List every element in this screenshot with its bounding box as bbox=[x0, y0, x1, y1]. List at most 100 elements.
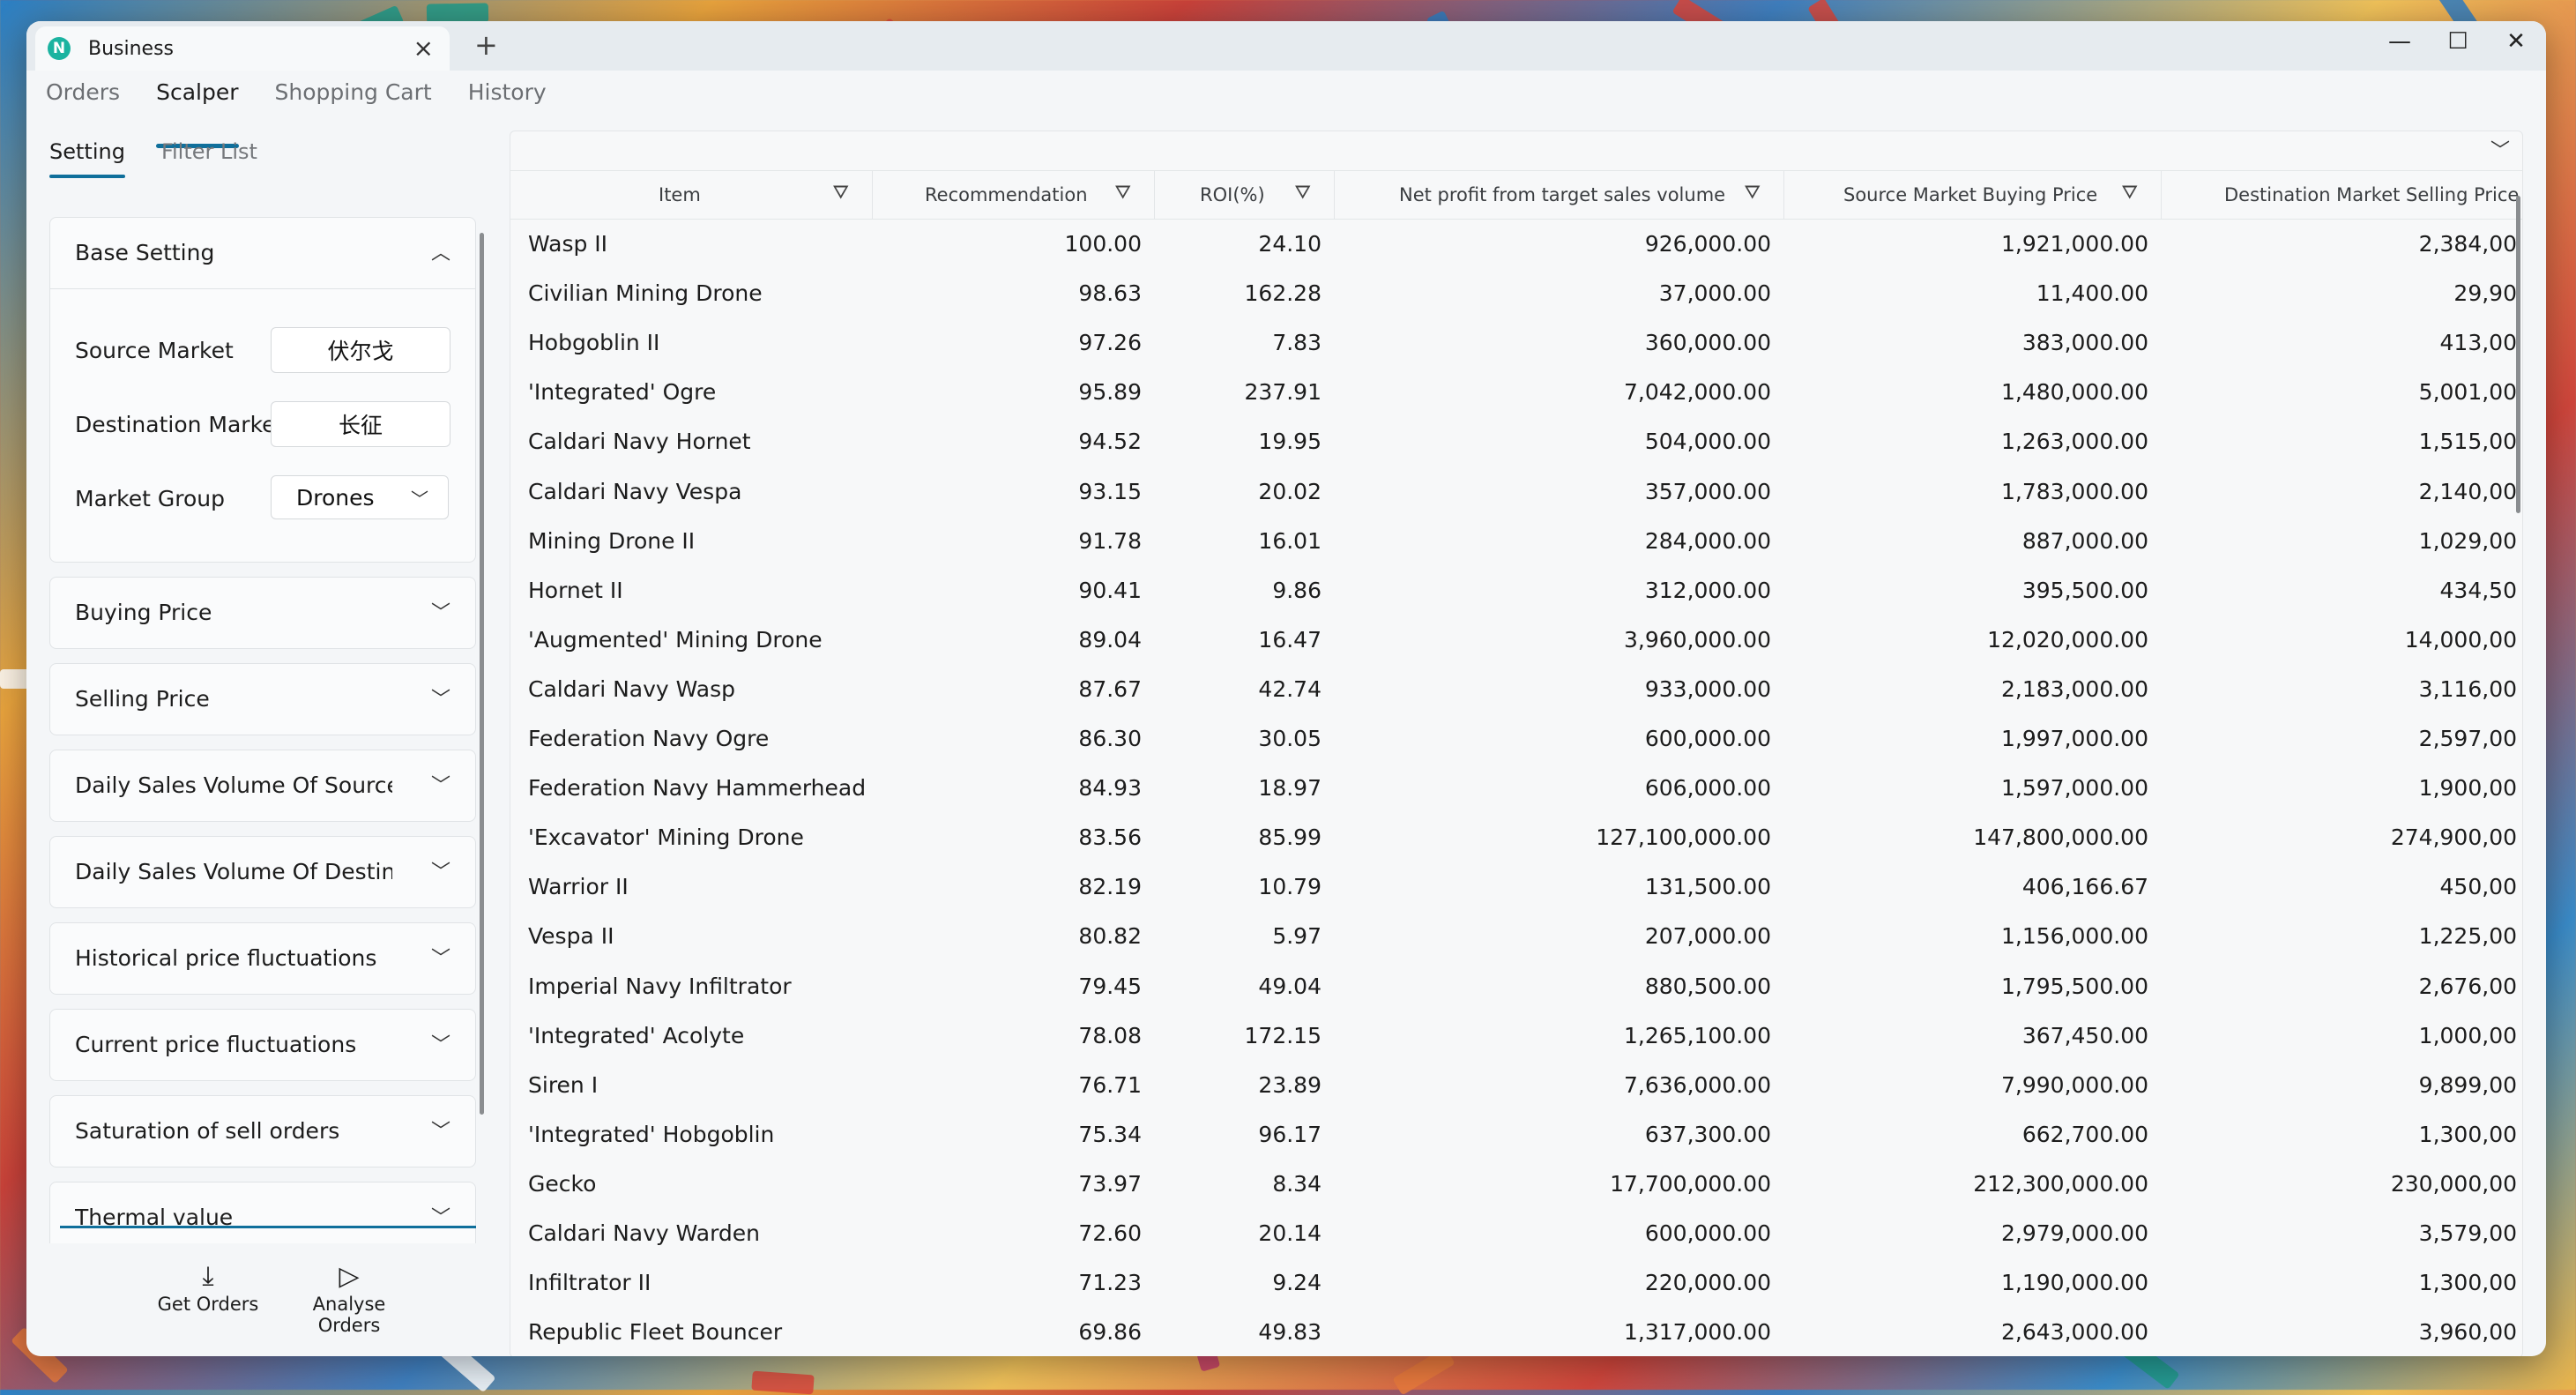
table-row[interactable]: Vespa II 80.82 5.97 207,000.00 1,156,000.00 1… bbox=[510, 910, 2522, 959]
table-row[interactable]: Civilian Mining Drone 98.63 162.28 37,000.0… bbox=[510, 267, 2522, 317]
cell-item: Vespa II bbox=[528, 923, 614, 950]
table-row[interactable]: Hobgoblin II 97.26 7.83 360,000.00 383,000.0… bbox=[510, 317, 2522, 366]
table-row[interactable]: 'Augmented' Mining Drone 89.04 16.47 3,960,… bbox=[510, 614, 2522, 663]
cell-net-profit: 504,000.00 bbox=[1644, 429, 1771, 455]
cell-net-profit: 637,300.00 bbox=[1644, 1121, 1771, 1147]
cell-roi: 49.83 bbox=[1258, 1319, 1322, 1346]
tab-scalper[interactable]: Scalper bbox=[156, 79, 239, 148]
cell-roi: 9.24 bbox=[1272, 1270, 1322, 1296]
cell-net-profit: 37,000.00 bbox=[1658, 280, 1771, 307]
close-tab-icon[interactable]: × bbox=[413, 34, 434, 63]
cell-source-buying-price: 383,000.00 bbox=[2021, 330, 2148, 356]
cell-item: Caldari Navy Warden bbox=[528, 1220, 761, 1246]
section-thermal-value[interactable]: Thermal value ﹀ bbox=[49, 1182, 476, 1243]
cell-source-buying-price: 1,597,000.00 bbox=[2001, 775, 2148, 802]
table-row[interactable]: Federation Navy Ogre 86.30 30.05 600,000.00… bbox=[510, 712, 2522, 762]
filter-icon[interactable]: ⛛ bbox=[833, 182, 849, 204]
settings-scrollbar[interactable] bbox=[480, 233, 484, 1115]
table-row[interactable]: Gecko 73.97 8.34 17,700,000.00 212,300,000.0… bbox=[510, 1158, 2522, 1207]
maximize-button[interactable]: ☐ bbox=[2431, 28, 2484, 55]
table-row[interactable]: Mining Drone II 91.78 16.01 284,000.00 887,0… bbox=[510, 515, 2522, 564]
table-row[interactable]: Infiltrator II 71.23 9.24 220,000.00 1,190,0… bbox=[510, 1257, 2522, 1306]
table-row[interactable]: Republic Fleet Bouncer 69.86 49.83 1,317,00… bbox=[510, 1306, 2522, 1355]
tab-history[interactable]: History bbox=[468, 79, 547, 132]
cell-recommendation: 79.45 bbox=[1078, 973, 1142, 999]
table-row[interactable]: 'Excavator' Mining Drone 83.56 85.99 127,10… bbox=[510, 811, 2522, 861]
column-header-item[interactable]: Item ⛛ bbox=[510, 171, 873, 219]
cell-roi: 42.74 bbox=[1258, 675, 1322, 702]
cell-item: Gecko bbox=[528, 1170, 597, 1197]
cell-destination-selling-price: 3,116,00 bbox=[2418, 675, 2517, 702]
cell-roi: 5.97 bbox=[1272, 923, 1322, 950]
cell-source-buying-price: 147,800,000.00 bbox=[1973, 824, 2148, 851]
analyse-orders-button[interactable]: ▷ Analyse Orders bbox=[296, 1261, 402, 1336]
section-historical-price[interactable]: Historical price fluctuations ﹀ bbox=[49, 922, 476, 995]
cell-net-profit: 933,000.00 bbox=[1644, 675, 1771, 702]
cell-recommendation: 97.26 bbox=[1078, 330, 1142, 356]
table-row[interactable]: Imperial Navy Infiltrator 79.45 49.04 880,5… bbox=[510, 960, 2522, 1010]
section-title: Saturation of sell orders bbox=[75, 1118, 340, 1144]
column-header-net-profit[interactable]: Net profit from target sales volume ⛛ bbox=[1334, 171, 1784, 219]
chevron-down-icon: ﹀ bbox=[430, 948, 450, 970]
table-row[interactable]: 'Integrated' Ogre 95.89 237.91 7,042,000.00… bbox=[510, 366, 2522, 415]
filter-icon[interactable]: ⛛ bbox=[1115, 182, 1131, 204]
source-market-field[interactable]: 伏尔戈 bbox=[271, 327, 450, 373]
market-group-select[interactable]: Drones ﹀ bbox=[271, 475, 449, 519]
cell-item: 'Integrated' Ogre bbox=[528, 379, 717, 406]
section-selling-price[interactable]: Selling Price ﹀ bbox=[49, 663, 476, 735]
section-current-price[interactable]: Current price fluctuations ﹀ bbox=[49, 1009, 476, 1081]
get-orders-button[interactable]: ⤓ Get Orders bbox=[155, 1261, 261, 1315]
table-row[interactable]: Caldari Navy Warden 72.60 20.14 600,000.00 2… bbox=[510, 1207, 2522, 1257]
filter-icon[interactable]: ⛛ bbox=[1295, 182, 1311, 204]
results-table: ﹀ Item ⛛ Recommendation ⛛ ROI(%) ⛛ Net p… bbox=[510, 131, 2523, 1356]
cell-net-profit: 880,500.00 bbox=[1644, 973, 1771, 999]
table-row[interactable]: 'Integrated' Acolyte 78.08 172.15 1,265,100… bbox=[510, 1010, 2522, 1059]
cell-recommendation: 93.15 bbox=[1078, 478, 1142, 504]
table-row[interactable]: Hornet II 90.41 9.86 312,000.00 395,500.00 43… bbox=[510, 564, 2522, 614]
column-header-roi[interactable]: ROI(%) ⛛ bbox=[1154, 171, 1335, 219]
browser-tab-business[interactable]: N Business × bbox=[35, 26, 450, 71]
filter-icon[interactable]: ⛛ bbox=[1745, 182, 1761, 204]
chevron-down-icon[interactable]: ﹀ bbox=[2490, 135, 2510, 163]
column-header-source-buying-price[interactable]: Source Market Buying Price ⛛ bbox=[1783, 171, 2162, 219]
close-window-button[interactable]: ✕ bbox=[2490, 28, 2542, 55]
section-daily-sales-destination[interactable]: Daily Sales Volume Of Destinatic ﹀ bbox=[49, 836, 476, 908]
cell-recommendation: 72.60 bbox=[1078, 1220, 1142, 1246]
tab-shopping-cart[interactable]: Shopping Cart bbox=[275, 79, 432, 132]
cell-source-buying-price: 1,783,000.00 bbox=[2001, 478, 2148, 504]
filter-icon[interactable]: ⛛ bbox=[2122, 182, 2138, 204]
table-row[interactable]: Federation Navy Hammerhead 84.93 18.97 606,… bbox=[510, 762, 2522, 811]
app-logo-icon: N bbox=[48, 37, 71, 60]
cell-item: Infiltrator II bbox=[528, 1270, 651, 1296]
chevron-down-icon: ﹀ bbox=[430, 1034, 450, 1056]
table-row[interactable]: Siren I 76.71 23.89 7,636,000.00 7,990,000.0… bbox=[510, 1059, 2522, 1108]
table-row[interactable]: Caldari Navy Wasp 87.67 42.74 933,000.00 2,1… bbox=[510, 663, 2522, 712]
column-header-recommendation[interactable]: Recommendation ⛛ bbox=[872, 171, 1155, 219]
section-daily-sales-source[interactable]: Daily Sales Volume Of Source Ma ﹀ bbox=[49, 750, 476, 822]
section-title: Selling Price bbox=[75, 686, 210, 712]
subtab-setting[interactable]: Setting bbox=[49, 139, 125, 178]
cell-recommendation: 90.41 bbox=[1078, 577, 1142, 603]
cell-source-buying-price: 1,190,000.00 bbox=[2001, 1270, 2148, 1296]
table-row[interactable]: Caldari Navy Vespa 93.15 20.02 357,000.00 1,… bbox=[510, 466, 2522, 515]
table-row[interactable]: Caldari Navy Hornet 94.52 19.95 504,000.00 1… bbox=[510, 415, 2522, 465]
destination-market-field[interactable]: 长征 bbox=[271, 401, 450, 447]
cell-net-profit: 207,000.00 bbox=[1644, 923, 1771, 950]
new-tab-button[interactable]: + bbox=[474, 28, 498, 62]
table-row[interactable]: Warrior II 82.19 10.79 131,500.00 406,166.67… bbox=[510, 861, 2522, 910]
tab-orders[interactable]: Orders bbox=[46, 79, 120, 132]
base-setting-header[interactable]: Base Setting ︿ bbox=[50, 218, 475, 289]
cell-destination-selling-price: 413,00 bbox=[2439, 330, 2517, 356]
table-row[interactable]: Wasp II 100.00 24.10 926,000.00 1,921,000.00… bbox=[510, 218, 2522, 267]
vertical-scrollbar[interactable] bbox=[2516, 196, 2520, 513]
minimize-button[interactable]: — bbox=[2373, 28, 2426, 55]
chevron-up-icon: ︿ bbox=[430, 242, 450, 265]
subtab-filter-list[interactable]: Filter List bbox=[161, 139, 257, 164]
source-market-label: Source Market bbox=[75, 338, 234, 363]
cell-source-buying-price: 395,500.00 bbox=[2021, 577, 2148, 603]
column-header-destination-selling-price[interactable]: Destination Market Selling Price bbox=[2161, 171, 2522, 219]
cell-destination-selling-price: 450,00 bbox=[2439, 874, 2517, 900]
section-saturation[interactable]: Saturation of sell orders ﹀ bbox=[49, 1095, 476, 1167]
section-buying-price[interactable]: Buying Price ﹀ bbox=[49, 577, 476, 649]
table-row[interactable]: 'Integrated' Hobgoblin 75.34 96.17 637,300.… bbox=[510, 1108, 2522, 1158]
